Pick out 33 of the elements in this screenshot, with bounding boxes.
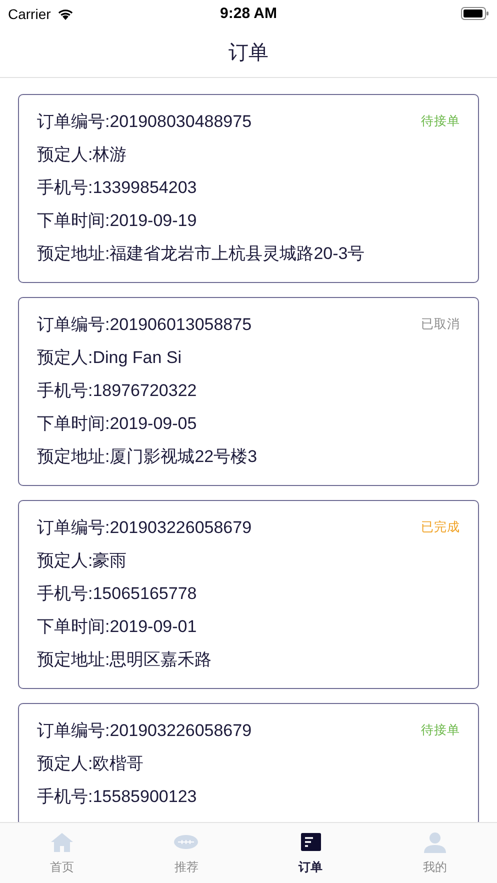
order-status: 待接单 [421,722,460,739]
order-detail: 下单时间:2019-09-01 [37,616,198,638]
order-status: 待接单 [421,113,460,130]
order-detail: 预定人:豪雨 [37,550,128,572]
order-detail: 下单时间:2019-09-19 [37,210,198,232]
wifi-icon [56,8,74,20]
order-status: 已取消 [421,316,460,333]
order-detail: 手机号:18976720322 [37,380,198,402]
order-detail: 预定人:欧楷哥 [37,753,145,775]
order-detail: 手机号:15585900123 [37,786,198,808]
order-number: 订单编号:201903226058679 [37,517,252,539]
order-detail: 手机号:13399854203 [37,177,198,199]
home-icon [49,830,76,852]
order-detail: 下单时间:2019-09-05 [37,413,198,435]
order-card[interactable]: 订单编号:201906013058875 已取消 预定人:Ding Fan Si 手机号:18976720322 下单时间:2019-09-05 预定地址:厦门影视城22号楼3 [18,297,479,486]
battery-icon [461,7,489,20]
order-card[interactable]: 订单编号:201908030488975 待接单 预定人:林游 手机号:13399854203 下单时间:2019-09-19 预定地址:福建省龙岩市上杭县灵城路20-3号 [18,94,479,283]
page-title: 订单 [228,40,268,66]
order-status: 已完成 [421,519,460,536]
tab-item[interactable]: 订单 [248,823,373,883]
person-icon [422,830,448,852]
order-number: 订单编号:201903226058679 [37,720,252,742]
clock-time: 9:28 AM [220,5,277,22]
order-detail: 预定地址:厦门影视城22号楼3 [37,446,258,468]
order-number: 订单编号:201906013058875 [37,314,252,336]
order-detail: 预定地址:福建省龙岩市上杭县灵城路20-3号 [37,243,366,265]
order-detail: 预定人:Ding Fan Si [37,347,183,369]
order-number: 订单编号:201908030488975 [37,111,252,133]
carrier-label: Carrier [8,6,51,22]
order-detail: 手机号:15065165778 [37,583,198,605]
order-detail: 预定人:林游 [37,144,128,166]
order-detail: 预定地址:思明区嘉禾路 [37,649,213,671]
order-card[interactable]: 订单编号:201903226058679 已完成 预定人:豪雨 手机号:15065165778 下单时间:2019-09-01 预定地址:思明区嘉禾路 [18,500,479,689]
